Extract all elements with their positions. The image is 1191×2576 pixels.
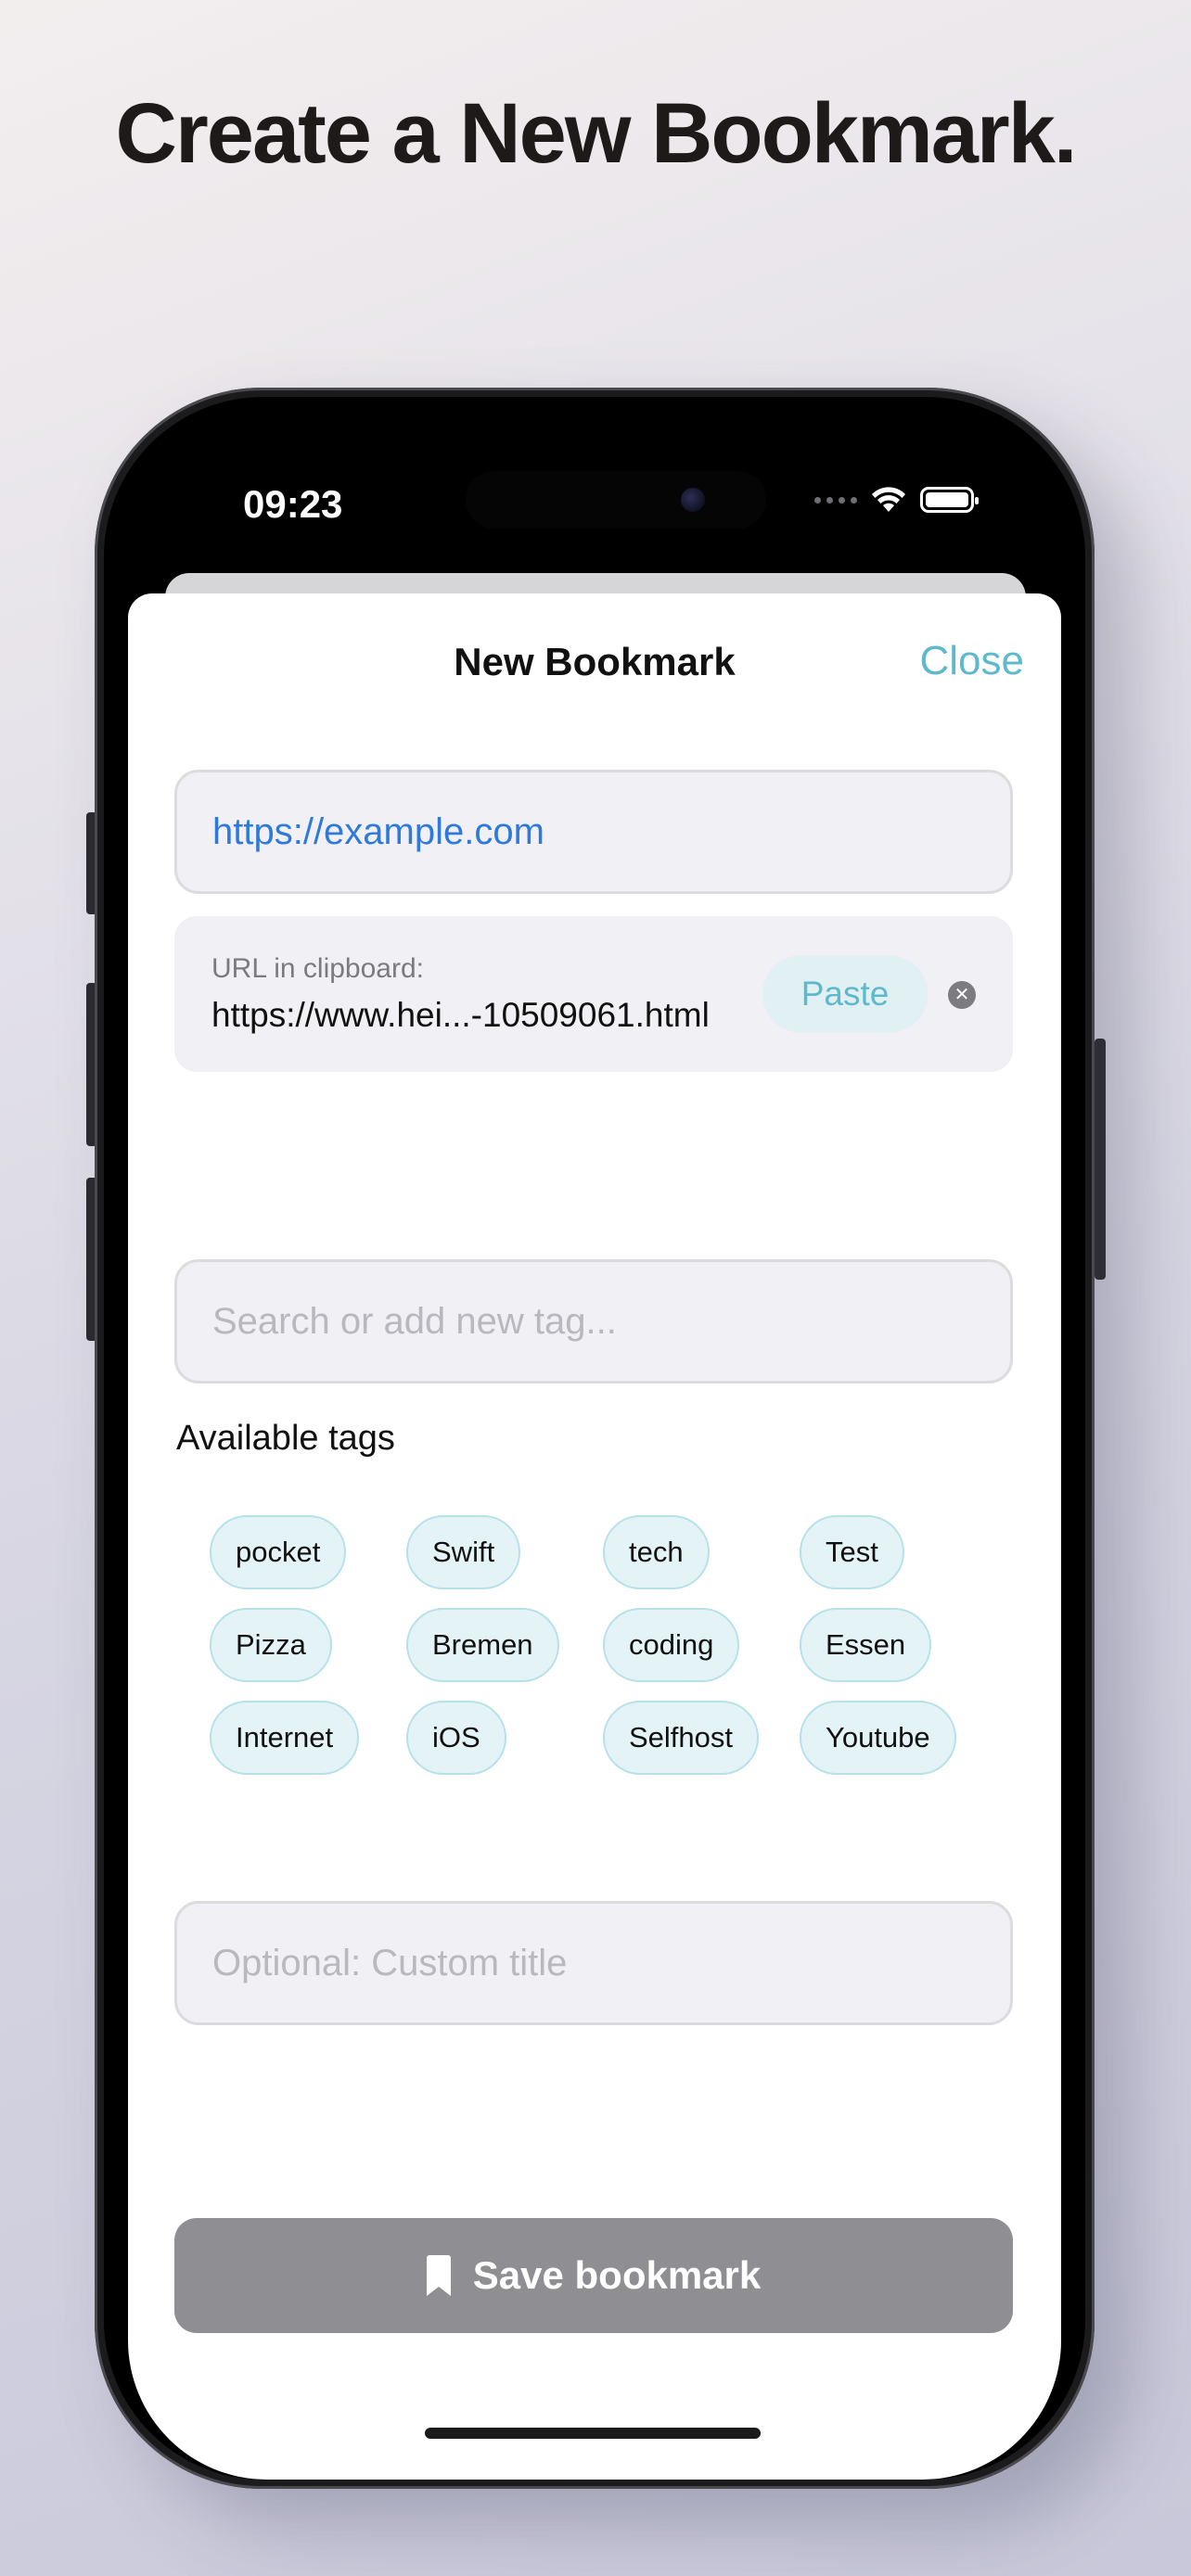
battery-icon xyxy=(920,487,979,513)
headline: Create a New Bookmark. xyxy=(115,86,1078,181)
home-indicator[interactable] xyxy=(425,2428,761,2439)
tag-chip[interactable]: Bremen xyxy=(406,1608,559,1682)
custom-title-input[interactable] xyxy=(174,1901,1013,2025)
dynamic-island xyxy=(466,471,766,529)
screen: 09:23 New Bookmark Close URL in clipboar… xyxy=(104,397,1085,2480)
tag-list: pocket Swift tech Test Pizza Bremen codi… xyxy=(210,1515,998,1775)
new-bookmark-sheet: New Bookmark Close URL in clipboard: htt… xyxy=(128,593,1061,2480)
power-button xyxy=(1095,1039,1106,1280)
save-bookmark-button[interactable]: Save bookmark xyxy=(174,2218,1013,2333)
bookmark-icon xyxy=(426,2255,451,2296)
wifi-icon xyxy=(872,487,905,512)
clipboard-url: https://www.hei...-10509061.html xyxy=(211,996,710,1034)
available-tags-heading: Available tags xyxy=(176,1419,395,1458)
save-bookmark-label: Save bookmark xyxy=(472,2253,762,2297)
status-time: 09:23 xyxy=(243,482,343,526)
paste-button[interactable]: Paste xyxy=(762,955,928,1033)
status-icons xyxy=(814,486,979,514)
tag-chip[interactable]: Pizza xyxy=(210,1608,332,1682)
tag-chip[interactable]: Swift xyxy=(406,1515,521,1589)
close-button[interactable]: Close xyxy=(920,638,1025,684)
cellular-dots-icon xyxy=(814,496,857,504)
tag-chip[interactable]: Internet xyxy=(210,1701,360,1775)
tag-chip[interactable]: Youtube xyxy=(800,1701,956,1775)
tag-chip[interactable]: iOS xyxy=(406,1701,506,1775)
dismiss-clipboard-icon[interactable]: ✕ xyxy=(948,981,976,1009)
tag-chip[interactable]: Test xyxy=(800,1515,904,1589)
tag-search-input[interactable] xyxy=(174,1259,1013,1384)
tag-chip[interactable]: coding xyxy=(603,1608,740,1682)
tag-chip[interactable]: Essen xyxy=(800,1608,932,1682)
tag-chip[interactable]: tech xyxy=(603,1515,710,1589)
url-input[interactable] xyxy=(174,770,1013,894)
clipboard-label: URL in clipboard: xyxy=(211,953,424,984)
camera-icon xyxy=(681,488,705,512)
phone-frame: 09:23 New Bookmark Close URL in clipboar… xyxy=(95,388,1095,2489)
tag-chip[interactable]: Selfhost xyxy=(603,1701,760,1775)
clipboard-suggestion: URL in clipboard: https://www.hei...-105… xyxy=(174,916,1013,1072)
tag-chip[interactable]: pocket xyxy=(210,1515,347,1589)
